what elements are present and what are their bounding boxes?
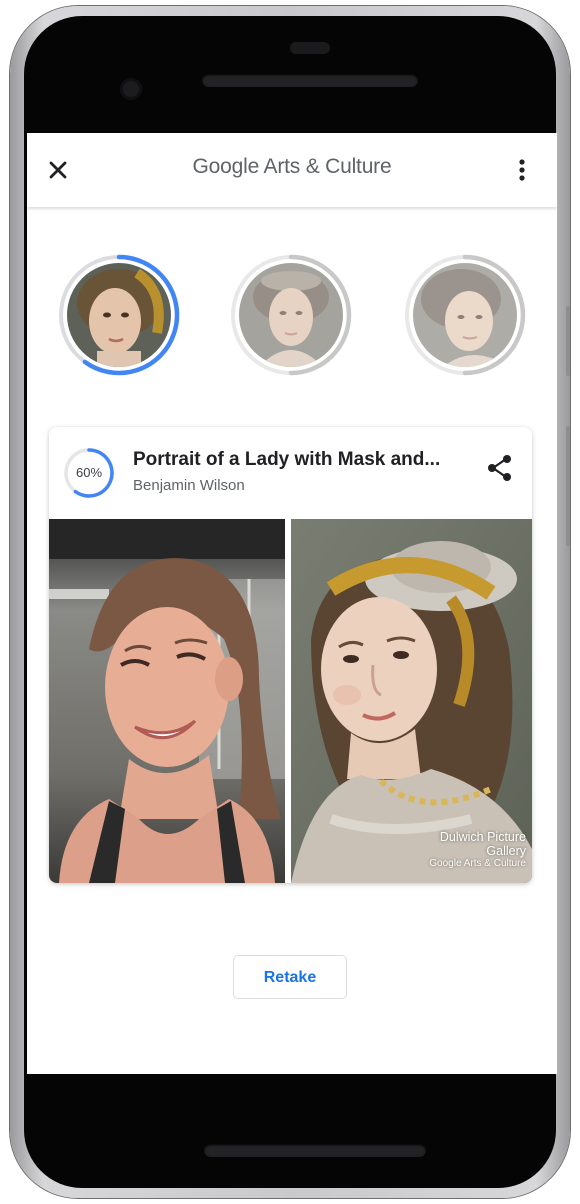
user-selfie-photo [49,519,285,883]
matched-painting-image: Dulwich Picture Gallery Google Arts & Cu… [291,519,532,883]
retake-button[interactable]: Retake [233,955,347,999]
volume-button [566,426,570,546]
artist-name[interactable]: Benjamin Wilson [133,477,245,494]
share-icon [488,455,511,481]
front-camera [120,78,142,100]
bottom-speaker [204,1144,426,1157]
match-thumbnail-1[interactable] [57,253,181,377]
power-button [566,306,570,376]
match-thumbnail-3[interactable] [403,253,527,377]
app-title-brand: Google [192,155,260,178]
credit-line-1: Dulwich Picture [439,829,526,844]
painting-credit: Dulwich Picture Gallery Google Arts & Cu… [429,830,526,869]
earpiece-speaker [202,74,418,87]
match-thumbnail-2[interactable] [229,253,353,377]
artwork-title[interactable]: Portrait of a Lady with Mask and... [133,449,473,471]
match-portrait-1 [67,263,171,367]
match-portrait-3 [413,263,517,367]
credit-line-3: Google Arts & Culture [429,857,526,869]
app-screen: Google Arts & Culture 60% Portrait of a … [27,133,557,1074]
match-portrait-2 [239,263,343,367]
similarity-percent: 60% [75,465,103,480]
share-button[interactable] [485,453,515,483]
overflow-menu-button[interactable] [511,157,533,183]
more-vert-icon [519,159,525,181]
proximity-sensor [290,42,330,54]
result-card: 60% Portrait of a Lady with Mask and... … [49,427,532,883]
app-title: Google Arts & Culture [27,155,557,179]
page: Google Arts & Culture 60% Portrait of a … [0,0,580,1204]
app-title-rest: Arts & Culture [259,155,392,178]
credit-line-2: Gallery [486,843,526,858]
result-card-header: 60% Portrait of a Lady with Mask and... … [49,427,532,519]
app-bar: Google Arts & Culture [27,133,557,207]
